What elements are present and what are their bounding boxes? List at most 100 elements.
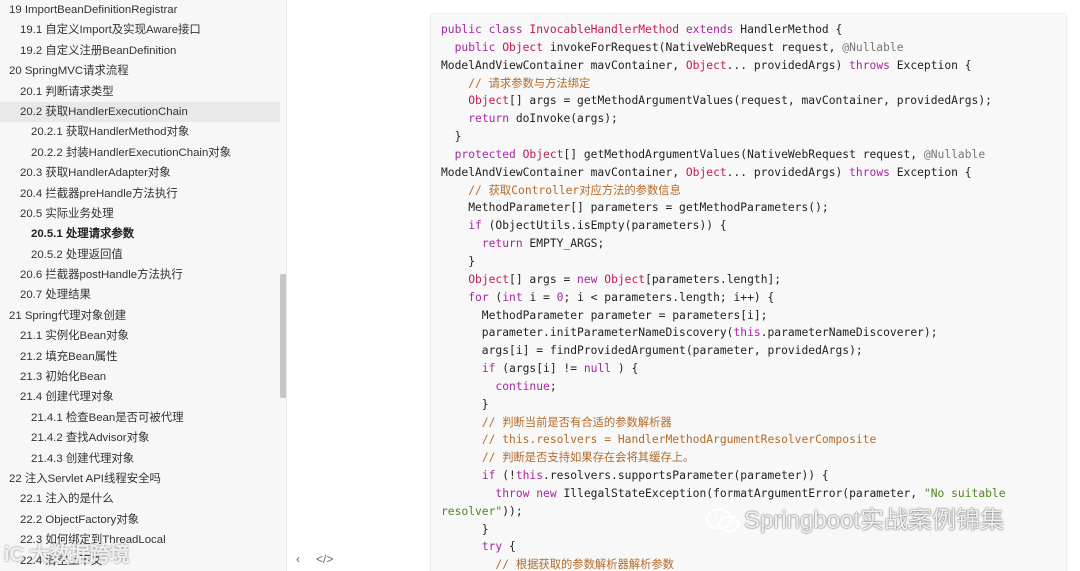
sidebar-scrollbar[interactable] (280, 274, 286, 398)
code-token: Object (522, 147, 564, 161)
code-line: // 获取Controller对应方法的参数信息 (441, 182, 1006, 200)
code-token: // this.resolvers = HandlerMethodArgumen… (481, 433, 877, 447)
code-token: IllegalStateException(formatArgumentErro… (556, 486, 924, 500)
toc-item[interactable]: 20.1 判断请求类型 (0, 82, 286, 102)
code-token: ModelAndViewContainer mavContainer, (441, 58, 686, 72)
toc-item[interactable]: 20 SpringMVC请求流程 (0, 61, 286, 81)
toc-item[interactable]: 20.4 拦截器preHandle方法执行 (0, 184, 286, 204)
code-token: if (481, 362, 496, 376)
toc-item[interactable]: 21.4.3 创建代理对象 (0, 449, 286, 469)
code-content: public class InvocableHandlerMethod exte… (441, 21, 1006, 571)
toc-item[interactable]: 20.7 处理结果 (0, 285, 286, 305)
code-token: HandlerMethod { (740, 23, 843, 36)
code-line: public class InvocableHandlerMethod exte… (441, 21, 1006, 39)
collapse-sidebar-icon[interactable]: ‹ (296, 552, 300, 566)
toc-item[interactable]: 20.5 实际业务处理 (0, 204, 286, 224)
code-line: if (args[i] != null ) { (441, 360, 1006, 378)
code-token: Object (685, 58, 727, 72)
code-token: } (441, 254, 476, 268)
code-block: public class InvocableHandlerMethod exte… (430, 13, 1067, 571)
code-token: if (468, 219, 482, 233)
toc-item[interactable]: 20.3 获取HandlerAdapter对象 (0, 163, 286, 183)
code-token: [] args = getMethodArgumentValues(reques… (509, 94, 992, 108)
code-line: ModelAndViewContainer mavContainer, Obje… (441, 57, 1006, 75)
code-line: // this.resolvers = HandlerMethodArgumen… (441, 431, 1006, 449)
toc-item[interactable]: 21.2 填充Bean属性 (0, 347, 286, 367)
toc-item[interactable]: 21.3 初始化Bean (0, 367, 286, 387)
code-line: return doInvoke(args); (441, 110, 1006, 128)
toc-item[interactable]: 19 ImportBeanDefinitionRegistrar (0, 0, 286, 20)
toc-item[interactable]: 21 Spring代理对象创建 (0, 306, 286, 326)
code-token: .parameterNameDiscoverer); (760, 326, 938, 340)
code-line: for (int i = 0; i < parameters.length; i… (441, 289, 1006, 307)
code-line: // 判断是否支持如果存在会将其缓存上。 (441, 449, 1006, 467)
code-token: // 获取Controller对应方法的参数信息 (468, 183, 681, 197)
code-token: int (502, 290, 523, 304)
toc-item[interactable]: 21.4.2 查找Advisor对象 (0, 428, 286, 448)
code-token: parameter.initParameterNameDiscovery( (441, 326, 734, 340)
toc-item[interactable]: 20.2 获取HandlerExecutionChain (0, 101, 280, 123)
code-token: (ObjectUtils.isEmpty(parameters)) { (481, 219, 727, 233)
code-token: resolver" (441, 504, 503, 518)
toc-item[interactable]: 21.4.1 检查Bean是否可被代理 (0, 408, 286, 428)
code-line: try { (441, 538, 1006, 556)
toc-item[interactable]: 21.1 实例化Bean对象 (0, 326, 286, 346)
toc-item[interactable]: 19.2 自定义注册BeanDefinition (0, 41, 286, 61)
code-token: Object (468, 94, 510, 108)
code-token: // 根据获取的参数解析器解析参数 (495, 558, 674, 571)
code-token: throw new (495, 486, 557, 500)
code-token: null (583, 362, 612, 376)
code-token: protected (454, 147, 523, 161)
code-token: public class (441, 23, 530, 36)
code-line: return EMPTY_ARGS; (441, 235, 1006, 253)
sidebar-footer: ‹ </> (289, 549, 349, 571)
code-token: ( (488, 290, 503, 304)
code-line: // 根据获取的参数解析器解析参数 (441, 556, 1006, 571)
code-token: { (502, 540, 516, 554)
code-line: } (441, 253, 1006, 271)
code-token: Exception { (889, 165, 972, 179)
toc-item[interactable]: 20.2.1 获取HandlerMethod对象 (0, 122, 286, 142)
toc-item[interactable]: 20.5.1 处理请求参数 (0, 224, 286, 244)
toc-item[interactable]: 21.4 创建代理对象 (0, 387, 286, 407)
code-line: if (!this.resolvers.supportsParameter(pa… (441, 467, 1006, 485)
code-line: Object[] args = getMethodArgumentValues(… (441, 92, 1006, 110)
code-token: throws (849, 165, 890, 179)
code-token: .resolvers.supportsParameter(parameter))… (543, 469, 829, 483)
code-view-icon[interactable]: </> (316, 552, 333, 566)
toc-item[interactable]: 20.5.2 处理返回值 (0, 245, 286, 265)
code-line: } (441, 396, 1006, 414)
toc-item[interactable]: 20.2.2 封装HandlerExecutionChain对象 (0, 143, 286, 163)
code-token: try (481, 540, 503, 554)
code-token: MethodParameter[] parameters = getMethod… (441, 201, 829, 215)
code-line: } (441, 128, 1006, 146)
code-token: public (454, 40, 503, 54)
toc-item[interactable]: 22 注入Servlet API线程安全吗 (0, 469, 286, 489)
toc-item[interactable]: 20.6 拦截器postHandle方法执行 (0, 265, 286, 285)
toc-item[interactable]: 19.1 自定义Import及实现Aware接口 (0, 20, 286, 40)
code-line: // 判断当前是否有合适的参数解析器 (441, 414, 1006, 432)
code-line: MethodParameter parameter = parameters[i… (441, 307, 1006, 325)
toc-item[interactable]: 22.2 ObjectFactory对象 (0, 510, 286, 530)
code-token: for (468, 290, 489, 304)
code-line: protected Object[] getMethodArgumentValu… (441, 146, 1006, 164)
toc-item[interactable]: 22.1 注入的是什么 (0, 489, 286, 509)
code-token: InvocableHandlerMethod (529, 23, 680, 36)
code-token: Object (604, 272, 646, 286)
code-token: MethodParameter parameter = parameters[i… (441, 308, 768, 322)
